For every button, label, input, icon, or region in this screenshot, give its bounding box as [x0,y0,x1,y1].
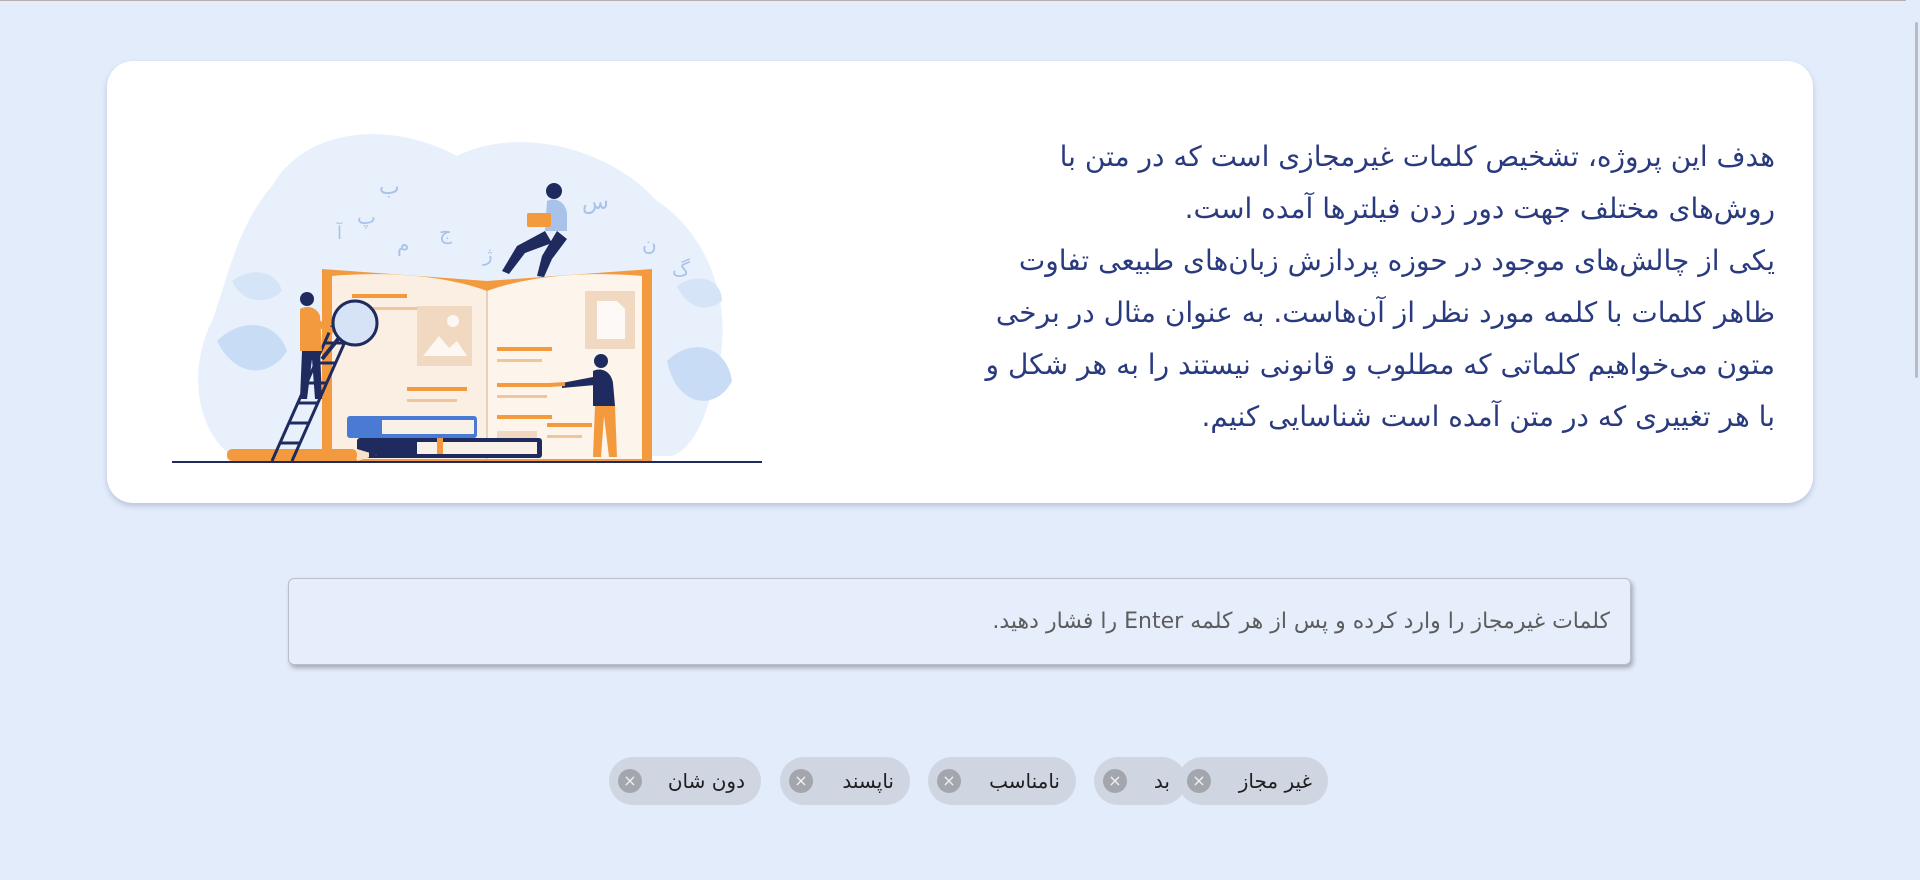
tag-list: غیر مجاز × بد × نامناسب × ناپسند × دون ش… [0,757,1920,805]
tag-label: بد [1153,769,1170,793]
intro-paragraph: یکی از چالش‌های موجود در حوزه پردازش زبا… [985,244,1775,433]
tag-label: ناپسند [842,769,894,793]
image-placeholder [417,306,472,366]
floating-letter: آ [336,221,343,244]
floating-letter: ن [642,232,657,256]
scrollbar[interactable] [1906,0,1920,880]
close-icon[interactable]: × [937,769,961,793]
person-head [546,183,562,199]
floating-letter: ب [379,175,400,200]
intro-paragraph: هدف این پروژه، تشخیص کلمات غیرمجازی است … [1059,140,1775,225]
intro-description: هدف این پروژه، تشخیص کلمات غیرمجازی است … [967,131,1775,443]
tag-item: دون شان × [609,757,761,805]
floating-letter: گ [672,257,690,281]
top-border [0,0,1920,1]
tag-label: دون شان [667,769,745,793]
person-head [594,354,608,368]
tag-label: غیر مجاز [1238,769,1312,793]
close-icon[interactable]: × [618,769,642,793]
floating-letter: س [582,190,609,215]
tag-item: نامناسب × [928,757,1076,805]
close-icon[interactable]: × [1187,769,1211,793]
floating-letter: ج [439,220,452,244]
person-head [300,292,314,306]
tag-label: نامناسب [989,769,1060,793]
close-icon[interactable]: × [789,769,813,793]
floating-letter: ژ [482,242,493,266]
tag-item: ناپسند × [780,757,910,805]
floating-letter: م [397,232,409,256]
floating-letter: پ [357,205,376,229]
scrollbar-thumb[interactable] [1915,22,1918,378]
word-input-box[interactable] [288,578,1631,665]
tag-item: بد × [1094,757,1186,805]
forbidden-words-input[interactable] [289,579,1630,664]
tag-item: غیر مجاز × [1178,757,1328,805]
magnifier-lens [331,299,379,347]
close-icon[interactable]: × [1103,769,1127,793]
intro-card: هدف این پروژه، تشخیص کلمات غیرمجازی است … [107,61,1813,503]
books-illustration: ب پ آ م ج ژ س ن گ [172,134,762,463]
laptop [527,213,551,227]
